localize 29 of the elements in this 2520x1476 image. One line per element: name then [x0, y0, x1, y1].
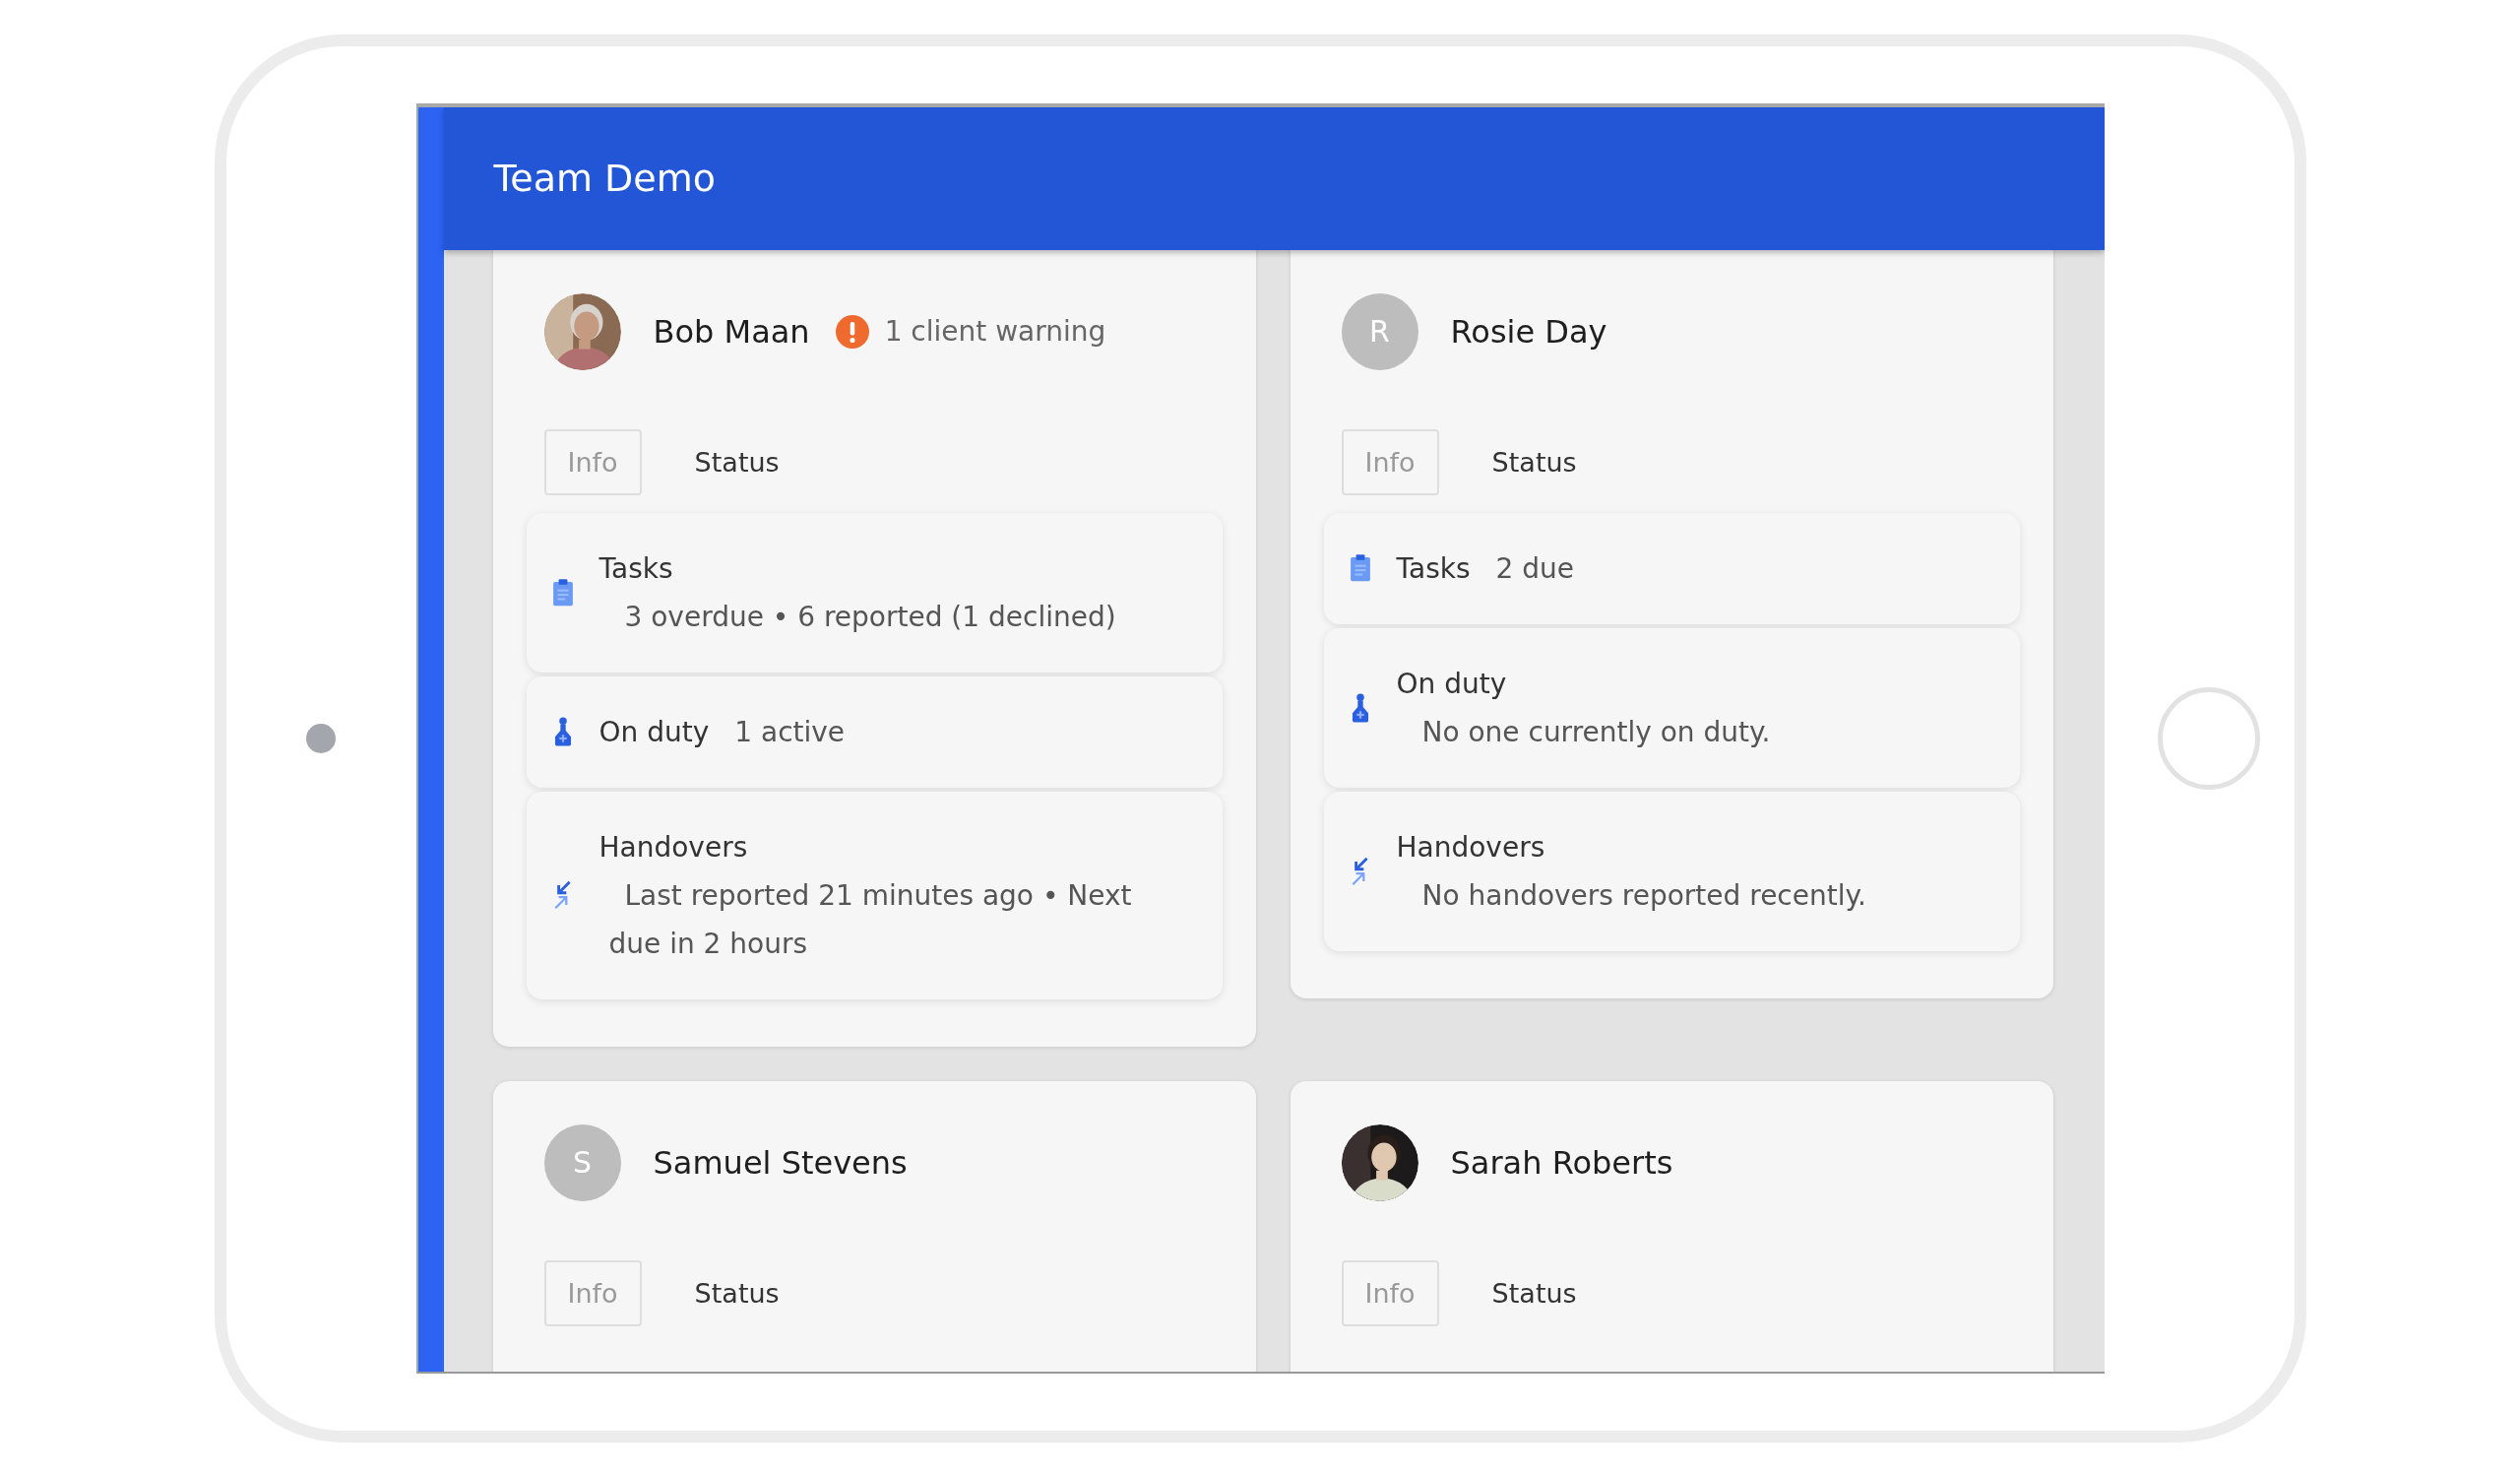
section-detail: 1 active [734, 714, 846, 750]
tab[interactable]: Status [1468, 428, 1601, 495]
clipboard-icon [1349, 553, 1371, 583]
clipboard-icon [551, 577, 574, 608]
home-button[interactable] [2158, 686, 2260, 790]
app-title: Team Demo [493, 157, 716, 200]
section-detail: No one currently on duty. [1420, 714, 1771, 750]
tab[interactable]: Status [670, 1259, 803, 1326]
section-title: Tasks [598, 550, 674, 587]
tab[interactable]: Status [1468, 1259, 1601, 1326]
section-title: Handovers [1396, 829, 1546, 866]
section-title: On duty [1396, 666, 1508, 702]
section-title: Handovers [598, 829, 749, 866]
warning-icon [835, 314, 869, 349]
section-detail: 3 overdue • 6 reported (1 declined) [623, 599, 1116, 635]
section-title: Tasks [1396, 550, 1471, 587]
section-detail: Last reported 21 minutes ago • Next due in 2 hours [607, 877, 1133, 962]
person-name: Rosie Day [1450, 312, 1607, 351]
avatar: R [1341, 292, 1418, 370]
camera-dot [306, 723, 336, 753]
person-name: Sarah Roberts [1450, 1143, 1673, 1182]
tab[interactable]: Status [670, 428, 803, 495]
person-name: Bob Maan [653, 312, 810, 351]
person-name: Samuel Stevens [653, 1143, 908, 1182]
avatar: S [543, 1123, 621, 1201]
warning-text: 1 client warning [884, 315, 1106, 348]
section-title: On duty [598, 714, 710, 750]
section-detail: No handovers reported recently. [1420, 877, 1866, 914]
section-detail: 2 due [1495, 550, 1574, 587]
